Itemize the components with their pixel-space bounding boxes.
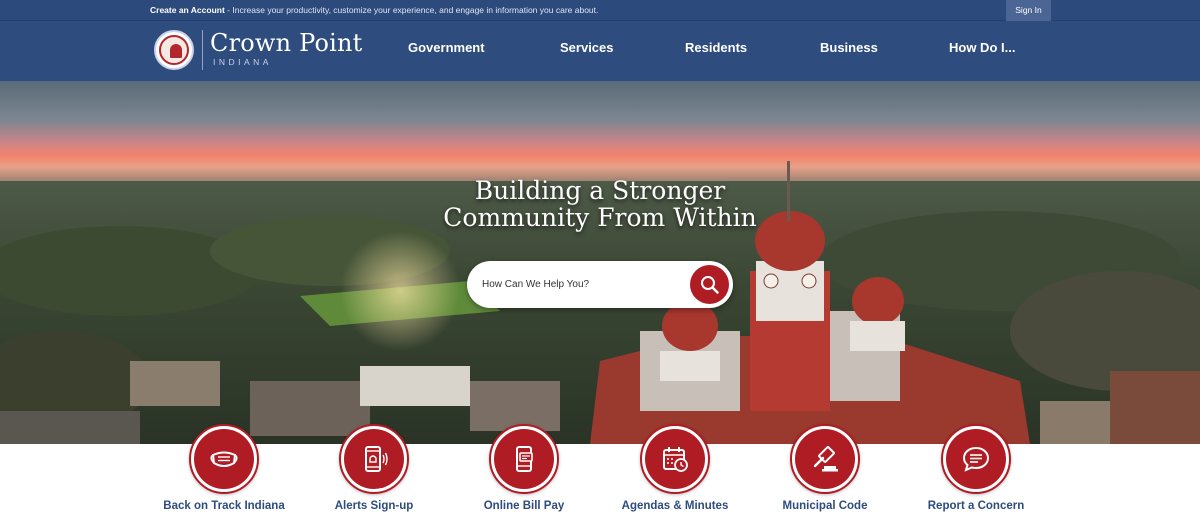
courthouse-dome-icon [170, 44, 182, 58]
hero-title-line-1: Building a Stronger [474, 176, 726, 205]
city-seal-logo[interactable] [154, 30, 194, 70]
nav-business[interactable]: Business [820, 40, 878, 55]
quick-link-icon-bg [946, 429, 1006, 489]
quick-link-report-concern[interactable]: Report a Concern [901, 424, 1051, 530]
quick-link-circle[interactable] [790, 424, 860, 494]
quick-link-label[interactable]: Online Bill Pay [449, 500, 599, 512]
quick-link-label[interactable]: Agendas & Minutes [600, 500, 750, 512]
quick-link-circle[interactable] [339, 424, 409, 494]
nav-government[interactable]: Government [408, 40, 485, 55]
site-name[interactable]: Crown Point [210, 29, 363, 57]
hero-title: Building a Stronger Community From Withi… [400, 177, 800, 231]
quick-link-label[interactable]: Municipal Code [750, 500, 900, 512]
quick-link-agendas-minutes[interactable]: Agendas & Minutes [600, 424, 750, 530]
mobile-alert-icon [365, 446, 388, 472]
quick-link-label[interactable]: Report a Concern [901, 500, 1051, 512]
quick-link-alerts-signup[interactable]: Alerts Sign-up [299, 424, 449, 530]
search-icon [701, 276, 719, 294]
quick-link-label[interactable]: Back on Track Indiana [149, 500, 299, 512]
hero-banner: Building a Stronger Community From Withi… [0, 81, 1200, 444]
quick-link-circle[interactable] [640, 424, 710, 494]
sign-in-button[interactable]: Sign In [1006, 0, 1051, 21]
calendar-clock-icon [663, 447, 688, 472]
search-button[interactable] [690, 265, 729, 304]
utility-bar: Create an Account - Increase your produc… [0, 0, 1200, 21]
quick-link-circle[interactable] [189, 424, 259, 494]
create-account-promo: Create an Account - Increase your produc… [150, 5, 598, 15]
seal-ring [159, 35, 189, 65]
create-account-link[interactable]: Create an Account [150, 5, 225, 15]
search-input[interactable] [482, 274, 682, 294]
nav-how-do-i[interactable]: How Do I... [949, 40, 1015, 55]
quick-link-icon-bg [194, 429, 254, 489]
site-state: INDIANA [213, 57, 272, 67]
nav-residents[interactable]: Residents [685, 40, 747, 55]
quick-link-back-on-track[interactable]: Back on Track Indiana [149, 424, 299, 530]
quick-link-online-bill-pay[interactable]: Online Bill Pay [449, 424, 599, 530]
site-header: Crown Point INDIANA Government Services … [0, 21, 1200, 81]
hero-title-line-2: Community From Within [443, 203, 757, 232]
quick-link-circle[interactable] [941, 424, 1011, 494]
mobile-payment-icon [516, 446, 533, 472]
quick-link-icon-bg [494, 429, 554, 489]
nav-services[interactable]: Services [560, 40, 614, 55]
quick-link-icon-bg [344, 429, 404, 489]
site-search [467, 261, 733, 308]
chat-bubble-icon [962, 446, 990, 472]
quick-link-icon-bg [645, 429, 705, 489]
quick-link-label[interactable]: Alerts Sign-up [299, 500, 449, 512]
logo-divider [202, 30, 203, 70]
promo-text: - Increase your productivity, customize … [224, 5, 599, 15]
quick-link-icon-bg [795, 429, 855, 489]
quick-link-circle[interactable] [489, 424, 559, 494]
gavel-icon [813, 446, 838, 472]
face-mask-icon [210, 451, 238, 467]
quick-link-municipal-code[interactable]: Municipal Code [750, 424, 900, 530]
quick-links-bar: Back on Track Indiana Alerts Sign-up Onl… [0, 424, 1200, 532]
